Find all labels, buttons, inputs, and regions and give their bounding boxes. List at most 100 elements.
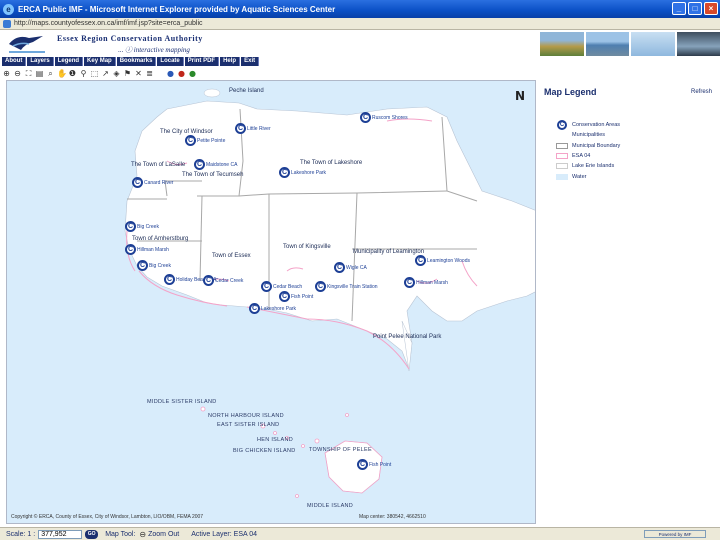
buffer-icon[interactable]: ◈ — [112, 69, 121, 78]
legend-item-conservation-areas: C Conservation Areas — [556, 120, 620, 131]
identify-icon[interactable]: ❶ — [68, 69, 77, 78]
label-big-chicken: BIG CHICKEN ISLAND — [233, 448, 296, 454]
marsh-photo — [540, 32, 584, 56]
menu-exit[interactable]: Exit — [241, 57, 260, 66]
select-icon[interactable]: ⬚ — [90, 69, 99, 78]
label-peche-island: Peche Island — [229, 88, 264, 94]
status-bar: Scale: 1 : GO Map Tool: ⊖ Zoom Out Activ… — [0, 527, 720, 540]
ca-marker-cedar-creek[interactable]: C Cedar Creek — [203, 275, 243, 286]
ca-marker-ruscom-shores[interactable]: C Big Creek — [137, 260, 171, 271]
address-bar[interactable]: http://maps.countyofessex.on.ca/imf/imf.… — [0, 18, 720, 30]
menu-help[interactable]: Help — [220, 57, 241, 66]
query-icon[interactable]: ⚑ — [123, 69, 132, 78]
ca-marker-hillman[interactable]: C Hillman Marsh — [404, 277, 448, 288]
menu-bookmarks[interactable]: Bookmarks — [116, 57, 157, 66]
active-layer: Active Layer: ESA 04 — [191, 530, 258, 538]
ca-label: Fish Point — [369, 461, 392, 468]
legend-label: Water — [572, 173, 587, 180]
blue-ball-icon[interactable]: ● — [166, 69, 175, 78]
green-ball-icon[interactable]: ● — [188, 69, 197, 78]
ca-marker-maidstone[interactable]: C Maidstone CA — [194, 159, 237, 170]
ca-marker-fish-point[interactable]: C Fish Point — [279, 291, 313, 302]
scale-label: Scale: 1 : — [6, 530, 36, 538]
legend-label: Lake Erie Islands — [572, 163, 615, 170]
ie-logo-icon: e — [3, 3, 14, 15]
address-url[interactable]: http://maps.countyofessex.on.ca/imf/imf.… — [14, 20, 203, 27]
ca-label: Kingsville Train Station — [327, 283, 378, 290]
hyperlink-icon[interactable]: ⚲ — [79, 69, 88, 78]
tagline: ... ⓘ interactive mapping — [118, 45, 190, 55]
legend-refresh-link[interactable]: Refresh — [691, 89, 712, 95]
go-button[interactable]: GO — [85, 529, 99, 539]
layer-icon[interactable]: ≣ — [145, 69, 154, 78]
water-photo — [676, 32, 720, 56]
menu-locate[interactable]: Locate — [157, 57, 184, 66]
label-middle-island: MIDDLE ISLAND — [307, 503, 354, 509]
map-toolbar: ⊕ ⊖ ⛶ ▤ ⌕ ✋ ❶ ⚲ ⬚ ↗ ◈ ⚑ ✕ ≣ ● ● ● — [2, 68, 197, 79]
label-hen-island: HEN ISLAND — [257, 437, 294, 443]
label-lasalle: The Town of LaSalle — [131, 162, 186, 168]
full-extent-icon[interactable]: ⛶ — [24, 69, 33, 78]
ca-marker-lakeshore-park[interactable]: C Lakeshore Park — [249, 303, 296, 314]
header-photos — [540, 32, 720, 56]
conservation-area-icon: C — [203, 275, 214, 286]
conservation-area-icon: C — [279, 291, 290, 302]
menu-print-pdf[interactable]: Print PDF — [184, 57, 220, 66]
ca-marker-petite-pointe[interactable]: C Petite Pointe — [185, 135, 225, 146]
ca-marker-wigle[interactable]: C Wigle CA — [334, 262, 367, 273]
legend-swatch-blank — [556, 132, 568, 138]
bird-photo — [631, 32, 675, 56]
menu-legend[interactable]: Legend — [54, 57, 84, 66]
conservation-area-icon: C — [315, 281, 326, 292]
maximize-button[interactable]: □ — [688, 2, 702, 15]
conservation-area-icon: C — [125, 221, 136, 232]
zoom-out-icon: ⊖ — [139, 529, 147, 539]
conservation-area-icon: C — [334, 262, 345, 273]
pan-icon[interactable]: ✋ — [57, 69, 67, 78]
legend-swatch-boundary — [556, 142, 568, 149]
menu-key-map[interactable]: Key Map — [84, 57, 116, 66]
erca-logo — [9, 36, 45, 53]
menu-about[interactable]: About — [2, 57, 27, 66]
conservation-area-icon: C — [556, 120, 568, 131]
legend-item-lake-erie-islands: Lake Erie Islands — [556, 161, 620, 171]
label-pelee-township: TOWNSHIP OF PELEE — [309, 447, 372, 453]
legend-title: Map Legend — [544, 87, 597, 97]
map-copyright: Copyright © ERCA, County of Essex, City … — [11, 514, 204, 520]
map-tool-label: Map Tool: — [105, 530, 136, 538]
measure-icon[interactable]: ↗ — [101, 69, 110, 78]
scale-input[interactable] — [38, 529, 83, 539]
ca-marker-holiday-beach[interactable]: C Ruscom Shores — [360, 112, 408, 123]
legend-label: Municipalities — [572, 132, 606, 139]
zoom-in-icon[interactable]: ⊕ — [2, 69, 11, 78]
label-north-harbour: NORTH HARBOUR ISLAND — [208, 413, 284, 419]
ca-marker-canard-river[interactable]: C Canard River — [132, 177, 173, 188]
print-icon[interactable]: ▤ — [35, 69, 44, 78]
clear-icon[interactable]: ✕ — [134, 69, 143, 78]
legend-item-municipalities: Municipalities — [556, 130, 620, 140]
ca-marker-leamington-woods[interactable]: C Leamington Woods — [415, 255, 470, 266]
browser-window: e ERCA Public IMF - Microsoft Internet E… — [0, 0, 720, 540]
map-view[interactable]: N Peche Island The City of Windsor The T… — [6, 80, 536, 524]
ca-marker-little-river[interactable]: C Little River — [235, 123, 271, 134]
menu-layers[interactable]: Layers — [27, 57, 54, 66]
ca-marker-kingsville-train-station[interactable]: C Kingsville Train Station — [315, 281, 378, 292]
zoom-out-icon[interactable]: ⊖ — [13, 69, 22, 78]
ca-label: Leamington Woods — [427, 257, 470, 264]
powered-by-badge[interactable]: Powered by IMF — [644, 530, 706, 538]
org-name: Essex Region Conservation Authority — [57, 34, 203, 43]
legend-list: C Conservation Areas Municipalities Muni… — [556, 120, 620, 182]
ca-marker-ojibway[interactable]: C Lakeshore Park — [279, 167, 326, 178]
ca-marker-hillman-marsh[interactable]: C Hillman Marsh — [125, 244, 169, 255]
magnify-icon[interactable]: ⌕ — [46, 69, 55, 78]
red-ball-icon[interactable]: ● — [177, 69, 186, 78]
ca-marker-big-creek[interactable]: C Big Creek — [125, 221, 159, 232]
legend-item-esa: ESA 04 — [556, 151, 620, 161]
conservation-area-icon: C — [194, 159, 205, 170]
ca-marker-fish-point-pelee[interactable]: C Fish Point — [357, 459, 391, 470]
conservation-area-icon: C — [125, 244, 136, 255]
legend-item-municipal-boundary: Municipal Boundary — [556, 141, 620, 151]
conservation-area-icon: C — [137, 260, 148, 271]
minimize-button[interactable]: _ — [672, 2, 686, 15]
close-button[interactable]: × — [704, 2, 718, 15]
